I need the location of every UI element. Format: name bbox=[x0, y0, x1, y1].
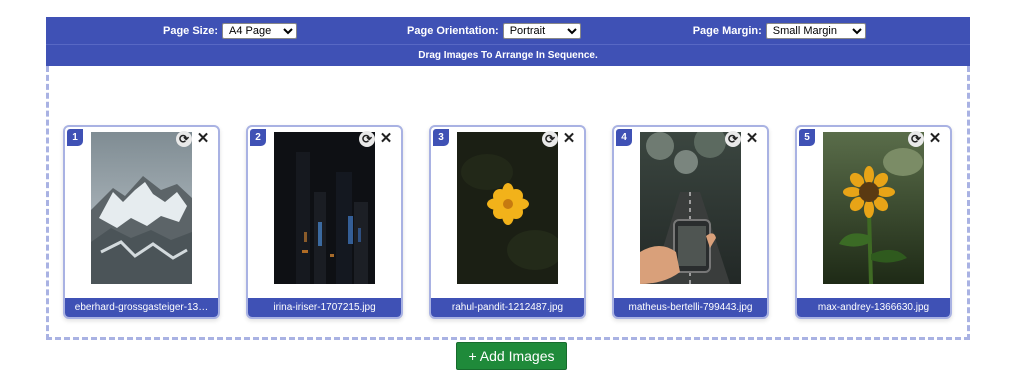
image-index-badge: 5 bbox=[799, 129, 815, 146]
drag-hint: Drag Images To Arrange In Sequence. bbox=[46, 44, 970, 66]
image-card[interactable]: 3 ⟳ ✕ rahul-pandit-1212487.jpg bbox=[429, 125, 586, 319]
page-orientation-select[interactable]: Portrait bbox=[502, 22, 581, 39]
close-icon[interactable]: ✕ bbox=[745, 130, 759, 147]
pdf-builder: Page Size: A4 Page Page Orientation: Por… bbox=[46, 17, 970, 370]
rotate-icon[interactable]: ⟳ bbox=[725, 131, 741, 147]
page-margin-control: Page Margin: Small Margin bbox=[692, 22, 866, 39]
sunflower-thumbnail[interactable] bbox=[823, 132, 924, 284]
image-drop-zone[interactable]: 1 ⟳ ✕ eberhard-grossgasteiger-13… 2 ⟳ ✕ … bbox=[46, 66, 970, 370]
rotate-icon[interactable]: ⟳ bbox=[542, 131, 558, 147]
rotate-icon[interactable]: ⟳ bbox=[359, 131, 375, 147]
page-margin-select[interactable]: Small Margin bbox=[765, 22, 866, 39]
image-card[interactable]: 5 ⟳ ✕ max-andrey-1366630.jpg bbox=[795, 125, 952, 319]
image-index-badge: 2 bbox=[250, 129, 266, 146]
add-images-button[interactable]: + Add Images bbox=[456, 342, 567, 370]
settings-toolbar: Page Size: A4 Page Page Orientation: Por… bbox=[46, 17, 970, 44]
page-size-label: Page Size: bbox=[163, 24, 219, 37]
image-index-badge: 3 bbox=[433, 129, 449, 146]
image-filename: eberhard-grossgasteiger-13… bbox=[65, 298, 218, 317]
page-orientation-label: Page Orientation: bbox=[407, 24, 499, 37]
snowy-mountain-thumbnail[interactable] bbox=[91, 132, 192, 284]
close-icon[interactable]: ✕ bbox=[379, 130, 393, 147]
phone-road-thumbnail[interactable] bbox=[640, 132, 741, 284]
rotate-icon[interactable]: ⟳ bbox=[908, 131, 924, 147]
close-icon[interactable]: ✕ bbox=[928, 130, 942, 147]
image-filename: irina-iriser-1707215.jpg bbox=[248, 298, 401, 317]
image-card[interactable]: 2 ⟳ ✕ irina-iriser-1707215.jpg bbox=[246, 125, 403, 319]
page-size-control: Page Size: A4 Page bbox=[163, 22, 298, 39]
page-orientation-control: Page Orientation: Portrait bbox=[407, 22, 581, 39]
night-city-thumbnail[interactable] bbox=[274, 132, 375, 284]
image-filename: max-andrey-1366630.jpg bbox=[797, 298, 950, 317]
image-filename: rahul-pandit-1212487.jpg bbox=[431, 298, 584, 317]
close-icon[interactable]: ✕ bbox=[196, 130, 210, 147]
close-icon[interactable]: ✕ bbox=[562, 130, 576, 147]
image-index-badge: 1 bbox=[67, 129, 83, 146]
image-index-badge: 4 bbox=[616, 129, 632, 146]
yellow-flower-thumbnail[interactable] bbox=[457, 132, 558, 284]
image-card[interactable]: 1 ⟳ ✕ eberhard-grossgasteiger-13… bbox=[63, 125, 220, 319]
image-filename: matheus-bertelli-799443.jpg bbox=[614, 298, 767, 317]
page-size-select[interactable]: A4 Page bbox=[222, 22, 298, 39]
image-card[interactable]: 4 ⟳ ✕ matheus-bertelli-799443.jpg bbox=[612, 125, 769, 319]
rotate-icon[interactable]: ⟳ bbox=[176, 131, 192, 147]
page-margin-label: Page Margin: bbox=[692, 24, 762, 37]
